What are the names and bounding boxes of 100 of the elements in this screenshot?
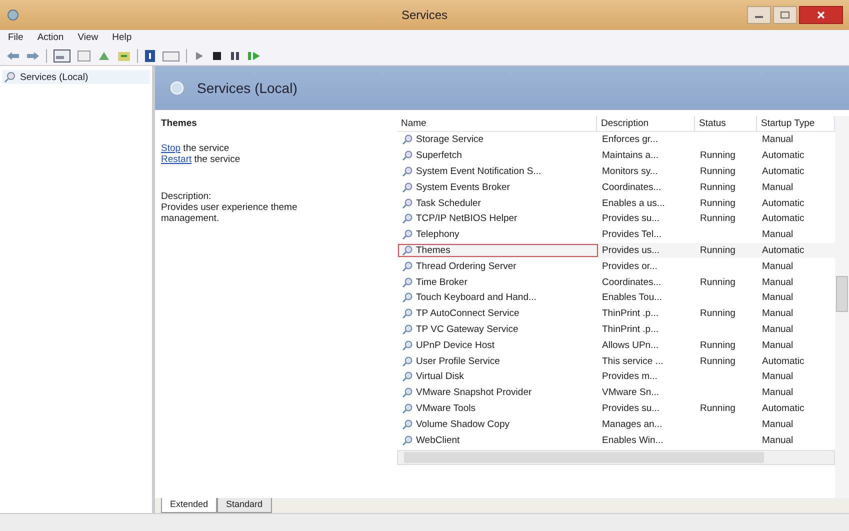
table-cell: Manages an... — [602, 418, 662, 430]
restart-icon[interactable] — [247, 50, 261, 62]
minimize-button[interactable] — [747, 6, 771, 24]
column-header[interactable]: Name — [397, 116, 597, 131]
table-cell: Provides m... — [602, 371, 658, 382]
description-label: Description: — [161, 191, 212, 202]
tree-item[interactable]: Services (Local) — [2, 70, 150, 84]
service-row[interactable]: WebClient Enables Win... Manual — [397, 432, 835, 448]
service-row[interactable]: UPnP Device Host Allows UPn... Running Manual — [397, 337, 835, 354]
service-row[interactable]: Touch Keyboard and Hand... Enables Tou... Manual — [397, 290, 835, 306]
service-row[interactable]: TCP/IP NetBIOS Helper Provides su... Running Automatic — [397, 210, 835, 227]
table-cell: Automatic — [762, 356, 804, 367]
scroll-thumb[interactable] — [836, 276, 848, 312]
table-cell: Enforces gr... — [602, 134, 658, 146]
action-link[interactable]: Stop — [161, 143, 181, 154]
table-cell: Manual — [762, 182, 794, 193]
service-row[interactable]: VMware Tools Provides su... Running Automatic — [397, 400, 835, 416]
table-cell: System Events Broker — [416, 182, 510, 193]
table-cell: Manual — [762, 308, 794, 320]
table-cell: Enables Win... — [602, 434, 664, 446]
pause-icon[interactable] — [229, 50, 241, 62]
service-row[interactable]: Thread Ordering Server Provides or... Manual — [397, 258, 835, 274]
table-cell: Manual — [762, 371, 794, 382]
vertical-scrollbar[interactable] — [835, 116, 849, 498]
horizontal-scrollbar[interactable] — [397, 450, 835, 465]
table-cell: Running — [700, 402, 736, 414]
table-cell: Running — [700, 198, 736, 209]
table-cell: Superfetch — [416, 150, 462, 162]
service-row[interactable]: Task Scheduler Enables a us... Running Automatic — [397, 195, 835, 211]
menu-item[interactable]: Help — [112, 32, 132, 47]
view-tab[interactable]: Extended — [161, 498, 218, 513]
table-cell: Manual — [762, 134, 794, 146]
table-cell: Time Broker — [416, 276, 468, 288]
table-cell: Touch Keyboard and Hand... — [416, 292, 536, 304]
pane-title: Services (Local) — [197, 80, 298, 96]
table-cell: Manual — [762, 418, 794, 430]
table-cell: Manual — [762, 387, 794, 398]
service-row[interactable]: System Events Broker Coordinates... Running Manual — [397, 179, 835, 196]
table-cell: Running — [700, 356, 736, 367]
table-cell: Automatic — [762, 150, 804, 162]
service-row[interactable]: VMware Snapshot Provider VMware Sn... Manual — [397, 384, 835, 401]
table-cell: Enables Tou... — [602, 292, 662, 304]
maximize-button[interactable] — [773, 6, 797, 24]
table-cell: UPnP Device Host — [416, 340, 494, 351]
service-row[interactable]: Themes Provides us... Running Automatic — [397, 242, 835, 258]
table-cell: Manual — [762, 292, 794, 304]
table-cell: TCP/IP NetBIOS Helper — [416, 213, 518, 224]
table-cell: Running — [700, 150, 736, 162]
table-cell: Automatic — [762, 213, 804, 224]
table-cell: TP AutoConnect Service — [416, 308, 520, 320]
menu-item[interactable]: File — [8, 32, 24, 47]
service-row[interactable]: User Profile Service This service ... Running Automatic — [397, 353, 835, 369]
console-tree-icon[interactable] — [53, 49, 71, 63]
service-row[interactable]: TP VC Gateway Service ThinPrint .p... Manual — [397, 322, 835, 338]
table-cell: User Profile Service — [416, 356, 500, 367]
table-cell: This service ... — [602, 356, 664, 367]
table-cell: Automatic — [762, 402, 804, 414]
table-cell: ThinPrint .p... — [602, 308, 658, 320]
table-cell: Manual — [762, 276, 794, 288]
table-cell: Volume Shadow Copy — [416, 418, 510, 430]
description-text: Provides user experience theme management. — [161, 202, 298, 224]
service-row[interactable]: Time Broker Coordinates... Running Manual — [397, 274, 835, 290]
table-cell: Automatic — [762, 198, 804, 209]
table-cell: Provides Tel... — [602, 229, 662, 240]
table-cell: Storage Service — [416, 134, 484, 146]
scroll-thumb[interactable] — [404, 452, 764, 463]
service-name: Themes — [161, 118, 198, 129]
close-button[interactable] — [799, 6, 843, 24]
column-header[interactable]: Status — [695, 116, 757, 131]
table-cell: Provides su... — [602, 402, 660, 414]
service-row[interactable]: Superfetch Maintains a... Running Automatic — [397, 148, 835, 164]
service-row[interactable]: Virtual Disk Provides m... Manual — [397, 368, 835, 385]
service-row[interactable]: Volume Shadow Copy Manages an... Manual — [397, 416, 835, 432]
action-text: Restart the service — [161, 154, 242, 165]
table-cell: Coordinates... — [602, 182, 662, 193]
view-tab[interactable]: Standard — [217, 498, 272, 513]
table-cell: ThinPrint .p... — [602, 324, 658, 335]
forward-icon[interactable] — [26, 50, 40, 62]
table-cell: Automatic — [762, 244, 804, 256]
table-cell: Manual — [762, 340, 794, 351]
table-cell: Coordinates... — [602, 276, 662, 288]
table-cell: Themes — [416, 244, 450, 256]
table-cell: Enables a us... — [602, 198, 665, 209]
stop-icon[interactable] — [211, 50, 223, 62]
table-cell: Manual — [762, 260, 794, 272]
service-row[interactable]: TP AutoConnect Service ThinPrint .p... Running Manual — [397, 306, 835, 322]
table-cell: Running — [700, 276, 736, 288]
action-link[interactable]: Restart — [161, 154, 192, 165]
table-cell: Running — [700, 166, 736, 177]
menu-item[interactable]: View — [78, 32, 98, 47]
service-row[interactable]: System Event Notification S... Monitors sy... Running Automatic — [397, 164, 835, 180]
column-header[interactable]: Description — [597, 116, 695, 131]
play-icon[interactable] — [193, 50, 205, 62]
table-cell: TP VC Gateway Service — [416, 324, 518, 335]
window-title: Services — [401, 8, 448, 22]
back-icon[interactable] — [6, 50, 20, 62]
table-cell: Telephony — [416, 229, 460, 240]
menu-item[interactable]: Action — [37, 32, 64, 47]
service-row[interactable]: Storage Service Enforces gr... Manual — [397, 132, 835, 148]
service-row[interactable]: Telephony Provides Tel... Manual — [397, 226, 835, 243]
